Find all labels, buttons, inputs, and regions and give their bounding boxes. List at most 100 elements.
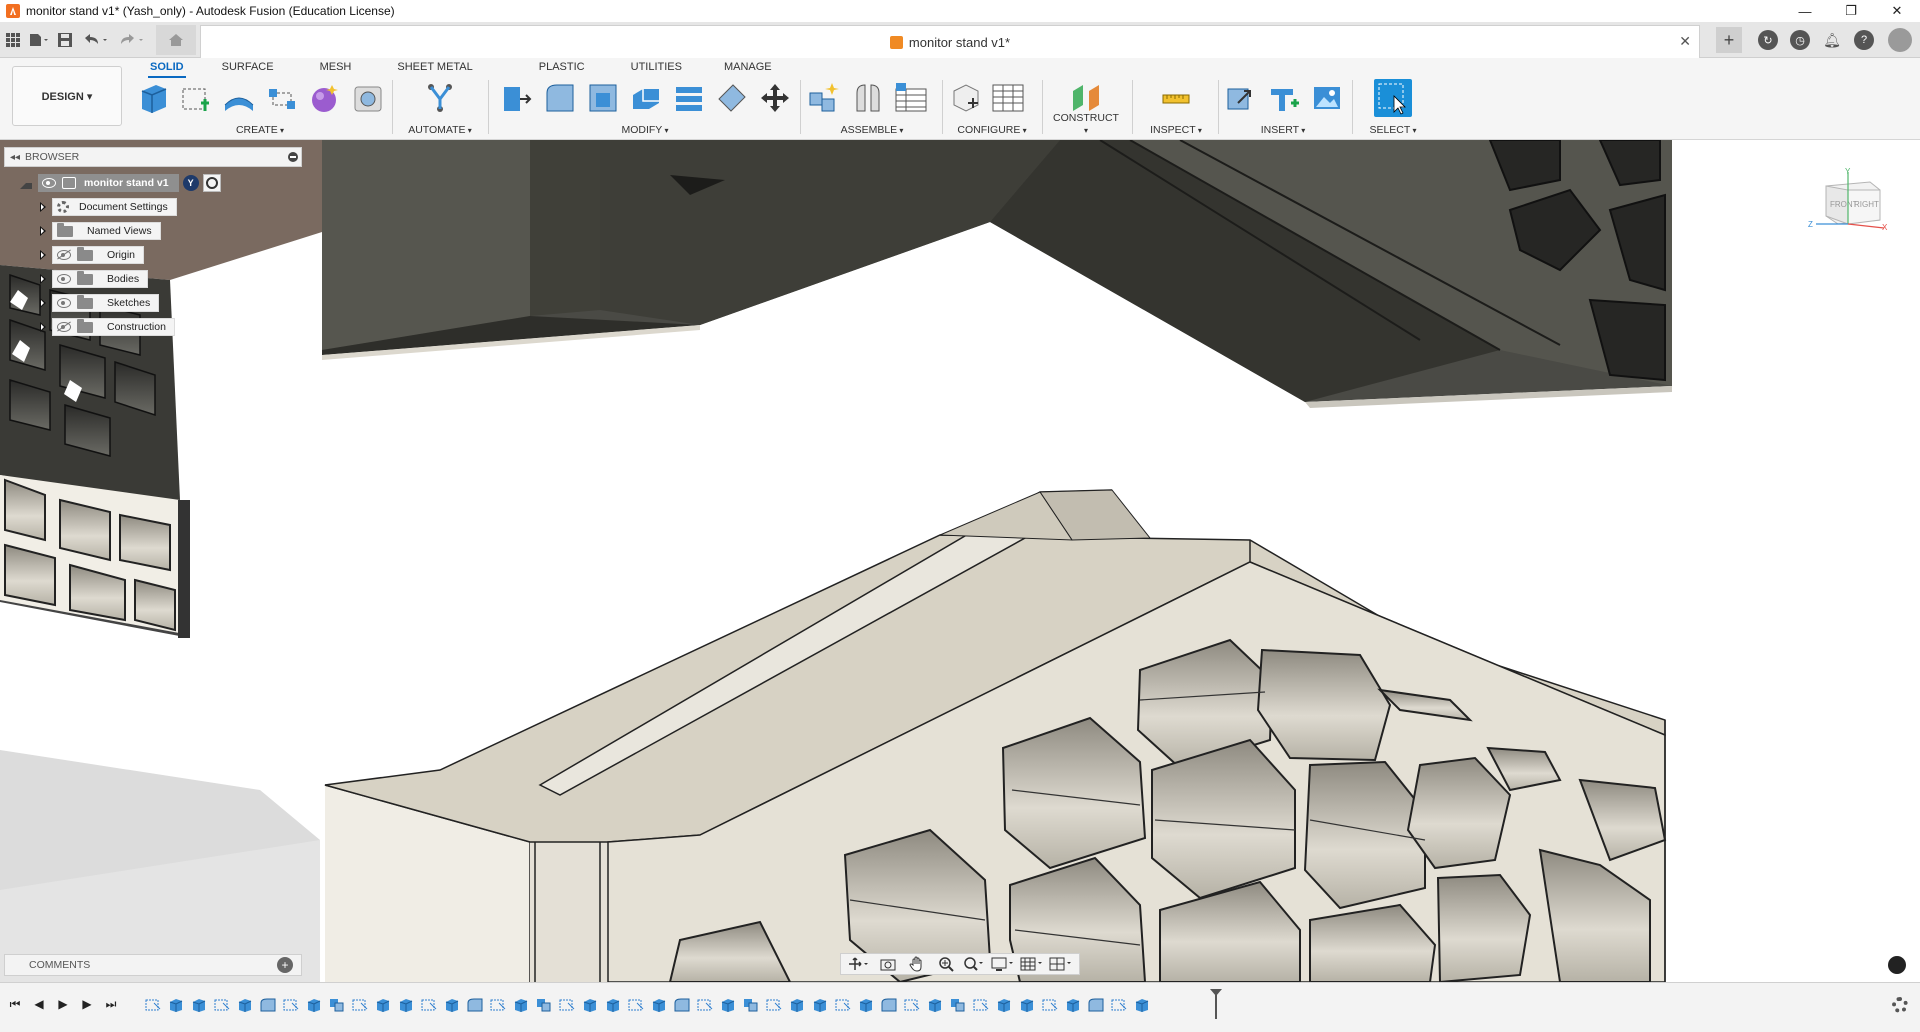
orbit-icon[interactable]: [847, 956, 871, 972]
zoom-icon[interactable]: [934, 956, 958, 972]
tab-plastic[interactable]: PLASTIC: [529, 58, 595, 76]
tab-solid[interactable]: SOLID: [140, 58, 194, 78]
timeline-feature-sketch-icon[interactable]: [420, 997, 438, 1013]
shell-icon[interactable]: [629, 81, 663, 115]
combine-icon[interactable]: [672, 81, 706, 115]
chamfer-icon[interactable]: [586, 81, 620, 115]
view-cube[interactable]: FRONT RIGHT Y Z X: [1808, 167, 1888, 238]
feedback-icon[interactable]: [1888, 956, 1906, 974]
minimize-button[interactable]: —: [1782, 0, 1828, 22]
split-face-icon[interactable]: [715, 81, 749, 115]
timeline-feature-fillet-icon[interactable]: [673, 997, 691, 1013]
timeline-feature-fillet-icon[interactable]: [1087, 997, 1105, 1013]
select-menu-label[interactable]: SELECT: [1360, 124, 1426, 136]
new-tab-button[interactable]: +: [1716, 27, 1742, 53]
display-settings-icon[interactable]: [991, 956, 1015, 972]
timeline-feature-sketch-icon[interactable]: [627, 997, 645, 1013]
timeline-feature-extrude-icon[interactable]: [397, 997, 415, 1013]
timeline-feature-fillet-icon[interactable]: [880, 997, 898, 1013]
browser-item-construction[interactable]: Construction: [38, 318, 175, 336]
timeline-feature-combine-icon[interactable]: [742, 997, 760, 1013]
home-icon[interactable]: [156, 24, 196, 55]
timeline-first-button[interactable]: ⏮: [8, 997, 22, 1011]
hidden-eye-icon[interactable]: [57, 250, 71, 260]
timeline-next-button[interactable]: ▶: [80, 997, 94, 1011]
pan-hand-icon[interactable]: [905, 956, 929, 972]
fillet-icon[interactable]: [543, 81, 577, 115]
configure-design-icon[interactable]: [948, 81, 982, 115]
timeline-feature-sketch-icon[interactable]: [834, 997, 852, 1013]
press-pull-icon[interactable]: [500, 81, 534, 115]
timeline-feature-sketch-icon[interactable]: [903, 997, 921, 1013]
collapse-browser-icon[interactable]: ◂◂: [5, 152, 25, 163]
sweep-icon[interactable]: [265, 81, 299, 115]
timeline-last-button[interactable]: ⏭: [104, 997, 118, 1011]
inspect-menu-label[interactable]: INSPECT: [1140, 124, 1212, 136]
hidden-eye-icon[interactable]: [57, 322, 71, 332]
configure-menu-label[interactable]: CONFIGURE: [948, 124, 1036, 136]
new-component-icon[interactable]: [136, 81, 170, 115]
select-tool-icon[interactable]: [1374, 79, 1412, 117]
data-panel-grid-icon[interactable]: [0, 27, 26, 53]
configuration-table-icon[interactable]: [991, 81, 1025, 115]
visibility-eye-icon[interactable]: [57, 274, 71, 284]
timeline-feature-sketch-icon[interactable]: [1041, 997, 1059, 1013]
workspace-switcher-button[interactable]: DESIGN ▾: [12, 66, 122, 126]
save-icon[interactable]: [52, 27, 78, 53]
timeline-feature-extrude-icon[interactable]: [305, 997, 323, 1013]
insert-mcmaster-icon[interactable]: [1267, 81, 1301, 115]
browser-item-origin[interactable]: Origin: [38, 246, 145, 264]
measure-icon[interactable]: [1159, 81, 1193, 115]
tab-surface[interactable]: SURFACE: [212, 58, 284, 76]
timeline-feature-extrude-icon[interactable]: [811, 997, 829, 1013]
timeline-feature-extrude-icon[interactable]: [167, 997, 185, 1013]
timeline-feature-sketch-icon[interactable]: [558, 997, 576, 1013]
extrude-icon[interactable]: [222, 81, 256, 115]
timeline-settings-gear-icon[interactable]: [1892, 997, 1908, 1013]
timeline-feature-extrude-icon[interactable]: [1133, 997, 1151, 1013]
insert-canvas-icon[interactable]: [1310, 81, 1344, 115]
expand-root-icon[interactable]: [20, 177, 32, 189]
redo-icon[interactable]: [114, 27, 150, 53]
user-badge[interactable]: Y: [182, 175, 199, 191]
timeline-feature-sketch-icon[interactable]: [213, 997, 231, 1013]
timeline-feature-extrude-icon[interactable]: [1064, 997, 1082, 1013]
tab-mesh[interactable]: MESH: [310, 58, 362, 76]
insert-derive-icon[interactable]: [1224, 81, 1258, 115]
browser-item-sketches[interactable]: Sketches: [38, 294, 160, 312]
fit-zoom-window-icon[interactable]: [962, 956, 986, 972]
timeline-feature-extrude-icon[interactable]: [374, 997, 392, 1013]
create-menu-label[interactable]: CREATE: [136, 124, 384, 136]
expand-arrow-icon[interactable]: [38, 298, 48, 308]
joint-icon[interactable]: [851, 81, 885, 115]
move-copy-icon[interactable]: [758, 81, 792, 115]
timeline-feature-extrude-icon[interactable]: [512, 997, 530, 1013]
construct-menu-label[interactable]: CONSTRUCT: [1050, 112, 1122, 136]
document-tab[interactable]: monitor stand v1* ✕: [200, 25, 1700, 58]
timeline-feature-extrude-icon[interactable]: [788, 997, 806, 1013]
timeline-feature-sketch-icon[interactable]: [765, 997, 783, 1013]
timeline-feature-extrude-icon[interactable]: [236, 997, 254, 1013]
insert-menu-label[interactable]: INSERT: [1224, 124, 1342, 136]
activate-component-radio[interactable]: [202, 174, 221, 192]
new-component-assemble-icon[interactable]: [808, 81, 842, 115]
look-at-icon[interactable]: [876, 956, 900, 972]
timeline-feature-sketch-icon[interactable]: [351, 997, 369, 1013]
timeline-play-button[interactable]: ▶: [56, 997, 70, 1011]
browser-item-bodies[interactable]: Bodies: [38, 270, 149, 288]
maximize-button[interactable]: ❐: [1828, 0, 1874, 22]
bill-of-materials-icon[interactable]: [894, 81, 928, 115]
timeline-feature-extrude-icon[interactable]: [443, 997, 461, 1013]
undo-icon[interactable]: [78, 27, 114, 53]
comments-panel[interactable]: COMMENTS +: [4, 954, 302, 976]
job-status-icon[interactable]: ◷: [1790, 30, 1810, 50]
minimize-browser-button[interactable]: [285, 149, 301, 165]
timeline-feature-extrude-icon[interactable]: [857, 997, 875, 1013]
timeline-feature-extrude-icon[interactable]: [926, 997, 944, 1013]
notifications-icon[interactable]: 🔔︎: [1822, 30, 1842, 50]
timeline-feature-fillet-icon[interactable]: [466, 997, 484, 1013]
expand-arrow-icon[interactable]: [38, 274, 48, 284]
assemble-menu-label[interactable]: ASSEMBLE: [808, 124, 936, 136]
browser-item-named-views[interactable]: Named Views: [38, 222, 161, 240]
modify-menu-label[interactable]: MODIFY: [500, 124, 790, 136]
